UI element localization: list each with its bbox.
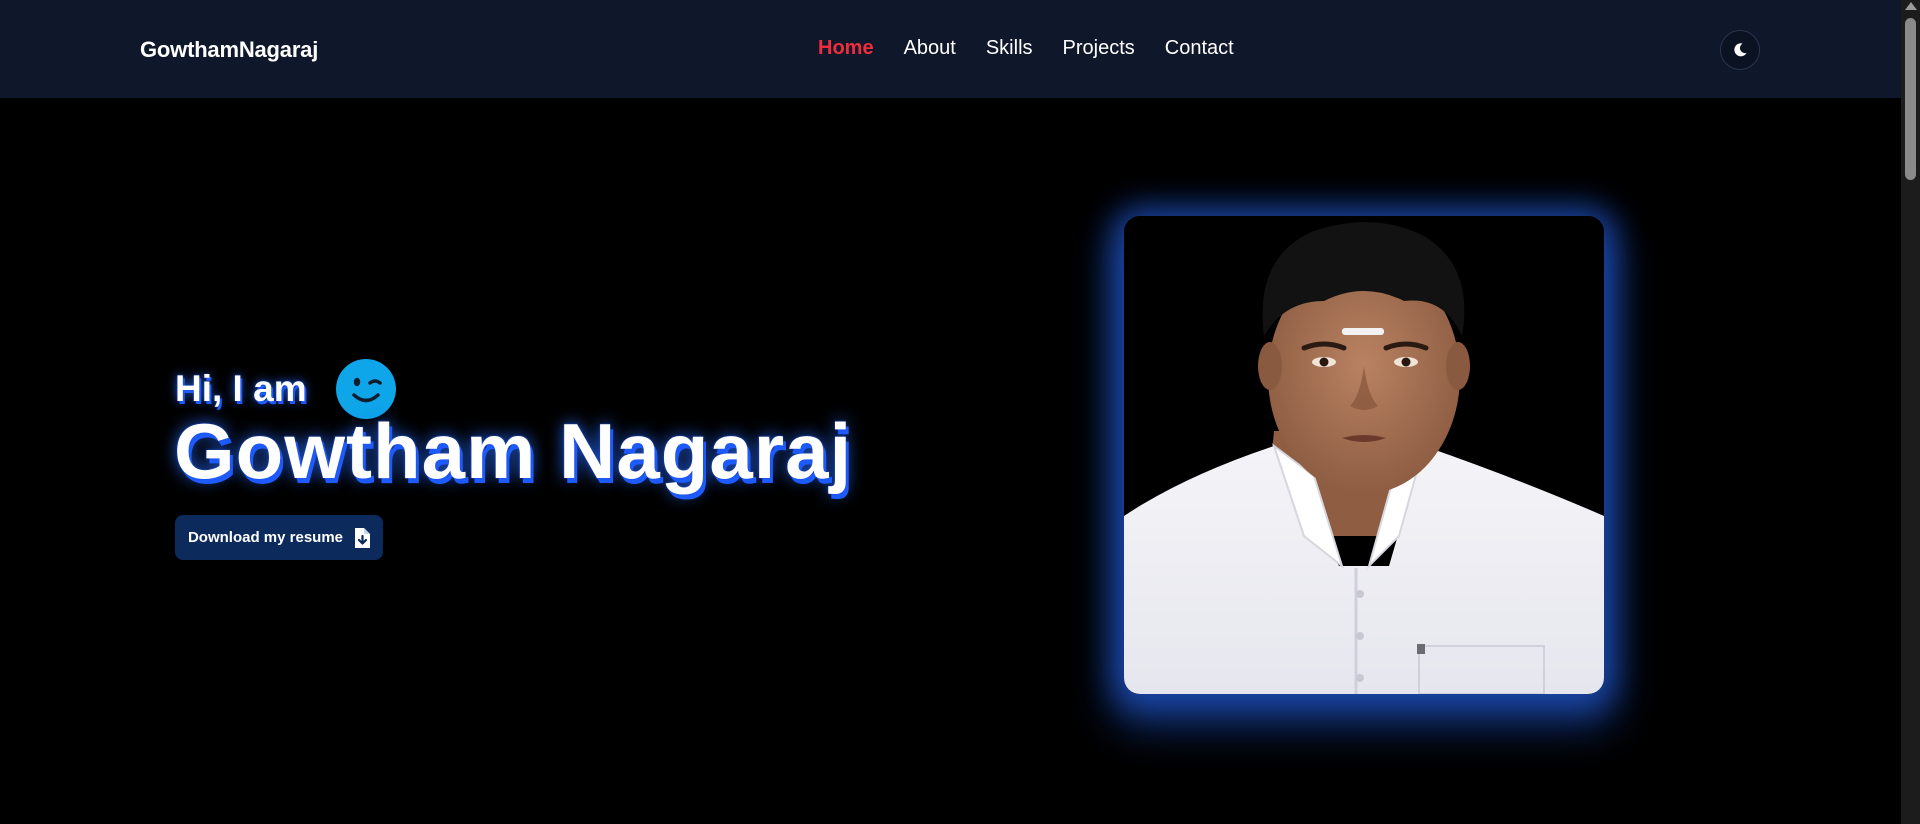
file-download-icon: [355, 527, 371, 548]
download-resume-button[interactable]: Download my resume: [175, 515, 383, 560]
nav-links: Home About Skills Projects Contact: [818, 37, 1234, 60]
nav-link-projects[interactable]: Projects: [1063, 37, 1135, 60]
theme-toggle-button[interactable]: [1720, 30, 1760, 70]
nav-link-skills[interactable]: Skills: [986, 37, 1033, 60]
page-scrollbar[interactable]: [1901, 0, 1920, 824]
nav-link-contact[interactable]: Contact: [1165, 37, 1234, 60]
download-resume-label: Download my resume: [187, 529, 344, 546]
greeting-text: Hi, I am: [175, 368, 307, 409]
navbar: GowthamNagaraj Home About Skills Project…: [0, 0, 1901, 98]
nav-link-home[interactable]: Home: [818, 37, 874, 60]
profile-photo: [1124, 216, 1604, 694]
scrollbar-thumb[interactable]: [1905, 18, 1916, 180]
scroll-up-arrow-icon[interactable]: [1905, 2, 1917, 10]
profile-photo-image: [1124, 216, 1604, 694]
nav-link-about[interactable]: About: [904, 37, 956, 60]
moon-icon: [1734, 43, 1747, 57]
brand-logo[interactable]: GowthamNagaraj: [140, 37, 318, 63]
page: GowthamNagaraj Home About Skills Project…: [0, 0, 1920, 824]
hero-name: Gowtham Nagaraj: [174, 407, 853, 495]
